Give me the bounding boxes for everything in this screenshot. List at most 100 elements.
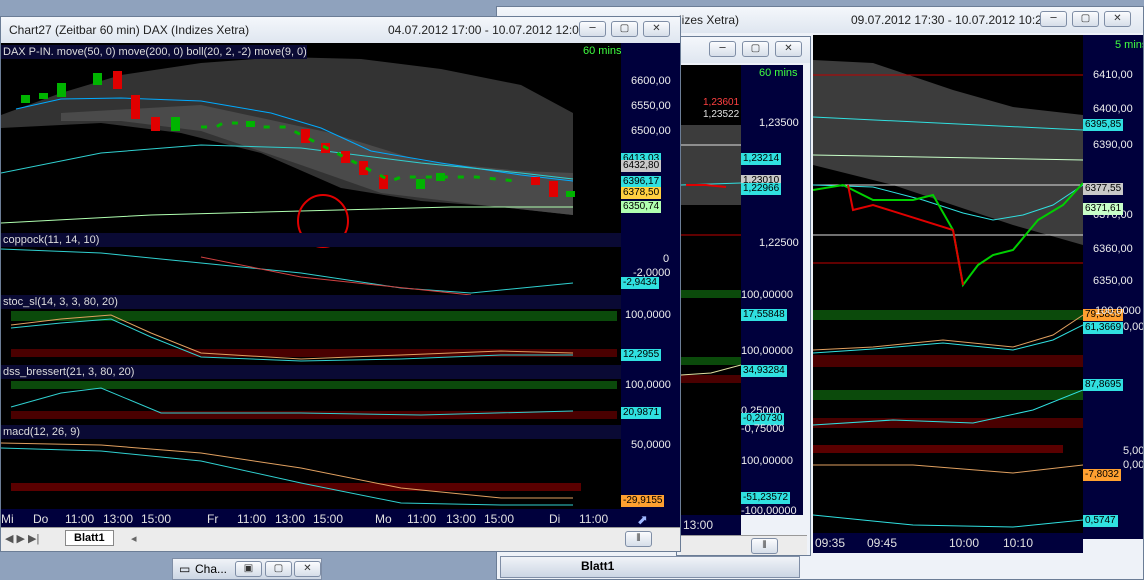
restore-icon[interactable]: ▣: [235, 561, 262, 577]
chart-area: [681, 65, 741, 515]
time-label: Mo: [375, 512, 392, 526]
time-label: 10:10: [1003, 536, 1034, 550]
price-tick: 6550,00: [631, 100, 671, 112]
pane-title-dss: dss_bressert(21, 3, 80, 20): [1, 365, 135, 379]
sheet-tab-bar: ◀ ▶ ▶| Blatt1 ◂ ⦀: [1, 527, 680, 551]
price-tick: 6500,00: [631, 125, 671, 137]
maximize-icon[interactable]: ▢: [742, 41, 769, 57]
time-label: 09:35: [815, 536, 846, 550]
chart-window-main: Chart27 (Zeitbar 60 min) DAX (Indizes Xe…: [0, 16, 681, 552]
price-tag: 6371,61: [1083, 203, 1124, 215]
time-label: Di: [549, 512, 561, 526]
pane-tick: 100,0000: [1095, 305, 1141, 317]
pane-tick: -0,75000: [741, 423, 785, 435]
chart-app-icon: ▭: [179, 562, 191, 576]
scroll-left-icon[interactable]: ◂: [131, 532, 137, 545]
date-range: 04.07.2012 17:00 - 10.07.2012 12:00: [388, 23, 586, 37]
pane-tag: 20,9871: [621, 407, 662, 419]
time-label: Fr: [207, 512, 219, 526]
price-chart-right: [813, 60, 1083, 528]
maximize-icon[interactable]: ▢: [265, 561, 292, 577]
sheet-tab-label: Blatt1: [581, 559, 615, 573]
price-tag: 6350,74: [621, 201, 662, 213]
close-icon[interactable]: ✕: [1104, 11, 1131, 27]
pane-tick: 50,0000: [631, 439, 671, 451]
pane-tag: 0,5747: [1083, 515, 1118, 527]
time-label: 11:00: [65, 512, 95, 526]
interval-label: 60 mins: [759, 67, 798, 79]
pane-tick: 0,0000: [1123, 321, 1144, 333]
tab-nav-arrows-icon[interactable]: ◀ ▶ ▶|: [5, 532, 39, 545]
interval-label: 5 mins: [1115, 39, 1143, 51]
price-tag: 6377,55: [1083, 183, 1124, 195]
pane-tick: 100,00000: [741, 289, 793, 301]
time-label: 13:00: [275, 512, 306, 526]
price-tag: 1,22966: [741, 183, 782, 195]
interval-label: 60 mins: [583, 45, 621, 57]
pane-tick: 100,00000: [741, 455, 793, 467]
minimize-icon[interactable]: ─: [579, 21, 606, 37]
time-label: 15:00: [141, 512, 172, 526]
pane-title-macd: macd(12, 26, 9): [1, 425, 81, 439]
taskbar-label: Cha...: [195, 562, 228, 576]
chart-area: [813, 35, 1083, 539]
date-range: 09.07.2012 17:30 - 10.07.2012 10:20: [851, 13, 1049, 27]
maximize-icon[interactable]: ▢: [611, 21, 638, 37]
close-icon[interactable]: ✕: [643, 21, 670, 37]
minimize-icon[interactable]: ─: [709, 41, 736, 57]
chart-header: DAX P-IN. move(50, 0) move(200, 0) boll(…: [1, 45, 307, 59]
scrollbar-area: ⦀: [681, 535, 807, 555]
price-tick: 1,22500: [759, 237, 799, 249]
cursor-tool-icon[interactable]: ⬈: [637, 512, 648, 528]
close-icon[interactable]: ✕: [294, 561, 321, 577]
tab-blatt1[interactable]: Blatt1: [65, 530, 114, 546]
close-icon[interactable]: ✕: [775, 41, 802, 57]
pane-tag: -2,9434: [621, 277, 659, 289]
price-tick: 6360,00: [1093, 243, 1133, 255]
time-label: Mi: [1, 512, 14, 526]
price-labels-middle: 1,23601 1,23522: [681, 97, 741, 127]
price-tag: 6378,50: [621, 187, 662, 199]
window-title: dizes Xetra): [675, 13, 740, 27]
time-axis-main: Mi Do 11:00 13:00 15:00 Fr 11:00 13:00 1…: [1, 509, 680, 529]
time-label: 09:45: [867, 536, 898, 550]
time-label: 13:00: [103, 512, 134, 526]
taskbar-chart-button[interactable]: ▭ Cha... ▣ ▢ ✕: [172, 558, 322, 580]
price-tick: 6410,00: [1093, 69, 1133, 81]
time-label: 13:00: [446, 512, 477, 526]
time-label: 15:00: [313, 512, 344, 526]
price-tick: 6400,00: [1093, 103, 1133, 115]
price-axis-main: 6600,00 6550,00 6500,00 6413,03 6432,80 …: [621, 43, 680, 509]
pane-tag: -29,9155: [621, 495, 665, 507]
price-tag: 6395,85: [1083, 119, 1124, 131]
pane-tick: 100,0000: [625, 379, 671, 391]
pane-tick: 100,0000: [625, 309, 671, 321]
time-label: 11:00: [407, 512, 437, 526]
scroll-grip-icon[interactable]: ⦀: [751, 538, 778, 554]
window-title: Chart27 (Zeitbar 60 min) DAX (Indizes Xe…: [9, 23, 250, 37]
maximize-icon[interactable]: ▢: [1072, 11, 1099, 27]
time-label: 11:00: [237, 512, 267, 526]
pane-tag: -51,23572: [741, 492, 791, 504]
pane-tick: 0,0000: [1123, 459, 1144, 471]
chart-area: DAX P-IN. move(50, 0) move(200, 0) boll(…: [1, 43, 621, 509]
chart-window-middle: ─ ▢ ✕ 60 mins 1,23500 1,22500 1,23214 1,…: [676, 36, 811, 556]
pane-tick: 100,00000: [741, 345, 793, 357]
minimize-icon[interactable]: ─: [1040, 11, 1067, 27]
pane-tick: -100,00000: [741, 505, 797, 515]
price-tick: 6600,00: [631, 75, 671, 87]
price-axis-middle: 60 mins 1,23500 1,22500 1,23214 1,23010 …: [741, 65, 803, 515]
time-label: 10:00: [949, 536, 980, 550]
price-tag: 1,23214: [741, 153, 782, 165]
time-label: 15:00: [484, 512, 515, 526]
price-label: 1,23522: [703, 109, 740, 120]
title-bar: Chart27 (Zeitbar 60 min) DAX (Indizes Xe…: [1, 17, 680, 43]
price-chart-main: [1, 57, 621, 506]
pane-title-stoc: stoc_sl(14, 3, 3, 80, 20): [1, 295, 118, 309]
price-tick: 6350,00: [1093, 275, 1133, 287]
price-tick: 6390,00: [1093, 139, 1133, 151]
scroll-grip-icon[interactable]: ⦀: [625, 531, 652, 547]
pane-tag: 61,3669: [1083, 322, 1124, 334]
title-bar: ─ ▢ ✕: [677, 37, 810, 63]
time-label: 11:00: [579, 512, 609, 526]
